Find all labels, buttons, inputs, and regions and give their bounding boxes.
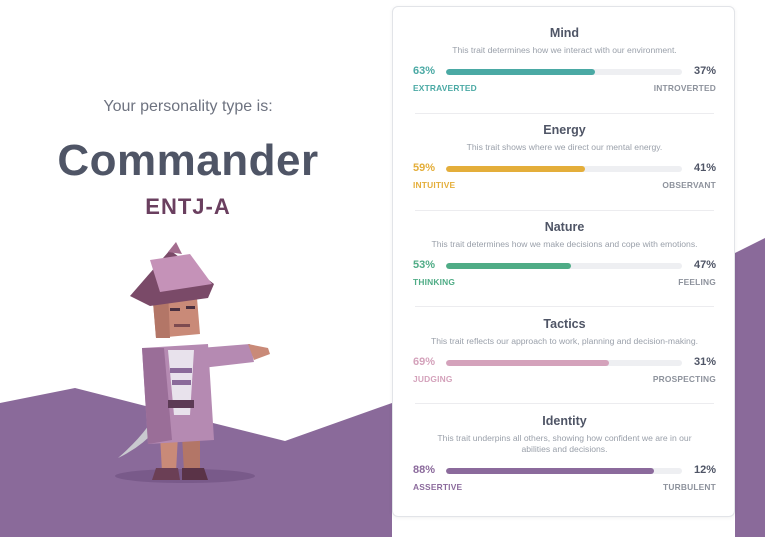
trait-divider: [415, 403, 714, 404]
trait-labels: JUDGING PROSPECTING: [413, 374, 716, 386]
trait-bar-row: 53% 47%: [413, 259, 716, 273]
trait-title: Tactics: [543, 317, 586, 331]
trait-left-label: INTUITIVE: [413, 180, 456, 190]
trait-right-label: TURBULENT: [663, 482, 716, 492]
trait-left-percent: 59%: [413, 162, 436, 174]
trait-title: Identity: [542, 414, 587, 428]
trait-progress-fill: [446, 69, 595, 75]
trait-progress-track: [446, 263, 682, 269]
personality-type-name: Commander: [57, 136, 319, 185]
trait-title: Energy: [543, 123, 586, 137]
trait-progress-fill: [446, 360, 609, 366]
result-panel: Your personality type is: Commander ENTJ…: [0, 0, 380, 537]
trait-right-percent: 12%: [693, 464, 716, 476]
trait-left-label: THINKING: [413, 277, 456, 287]
trait-mind: Mind This trait determines how we intera…: [413, 25, 716, 95]
trait-right-label: PROSPECTING: [652, 374, 716, 384]
trait-labels: INTUITIVE OBSERVANT: [413, 180, 716, 192]
trait-progress-fill: [446, 166, 586, 172]
trait-left-label: ASSERTIVE: [413, 482, 463, 492]
trait-left-percent: 69%: [413, 356, 436, 368]
trait-description: This trait determines how we make decisi…: [431, 239, 698, 249]
trait-left-percent: 53%: [413, 259, 436, 271]
trait-left-percent: 88%: [413, 464, 436, 476]
trait-right-label: INTROVERTED: [653, 83, 716, 93]
trait-bar-row: 88% 12%: [413, 464, 716, 478]
trait-progress-fill: [446, 263, 572, 269]
traits-card: Mind This trait determines how we intera…: [392, 6, 735, 517]
trait-right-percent: 31%: [693, 356, 716, 368]
trait-energy: Energy This trait shows where we direct …: [413, 122, 716, 192]
trait-right-percent: 47%: [693, 259, 716, 271]
trait-left-label: EXTRAVERTED: [413, 83, 477, 93]
trait-right-percent: 41%: [693, 162, 716, 174]
trait-bar-row: 69% 31%: [413, 356, 716, 370]
trait-labels: EXTRAVERTED INTROVERTED: [413, 83, 716, 95]
trait-progress-track: [446, 166, 682, 172]
trait-title: Mind: [549, 26, 580, 40]
trait-divider: [415, 210, 714, 211]
trait-right-label: OBSERVANT: [662, 180, 716, 190]
trait-left-percent: 63%: [413, 65, 436, 77]
trait-description: This trait reflects our approach to work…: [430, 336, 699, 346]
trait-bar-row: 63% 37%: [413, 65, 716, 79]
intro-text: Your personality type is:: [103, 98, 273, 115]
trait-identity: Identity This trait underpins all others…: [413, 413, 716, 494]
trait-progress-track: [446, 468, 682, 474]
trait-progress-fill: [446, 468, 654, 474]
trait-description: This trait shows where we direct our men…: [466, 142, 663, 152]
trait-progress-track: [446, 69, 682, 75]
trait-right-percent: 37%: [693, 65, 716, 77]
trait-divider: [415, 306, 714, 307]
trait-description: This trait underpins all others, showing…: [437, 433, 692, 454]
commander-character-illustration: [115, 242, 270, 483]
trait-left-label: JUDGING: [413, 374, 453, 384]
trait-divider: [415, 113, 714, 114]
trait-right-label: FEELING: [678, 277, 716, 287]
trait-nature: Nature This trait determines how we make…: [413, 219, 716, 289]
trait-description: This trait determines how we interact wi…: [452, 45, 677, 55]
trait-labels: ASSERTIVE TURBULENT: [413, 482, 716, 494]
trait-tactics: Tactics This trait reflects our approach…: [413, 316, 716, 386]
trait-bar-row: 59% 41%: [413, 162, 716, 176]
personality-type-code: ENTJ-A: [145, 194, 231, 219]
trait-labels: THINKING FEELING: [413, 277, 716, 289]
trait-title: Nature: [544, 220, 585, 234]
trait-progress-track: [446, 360, 682, 366]
